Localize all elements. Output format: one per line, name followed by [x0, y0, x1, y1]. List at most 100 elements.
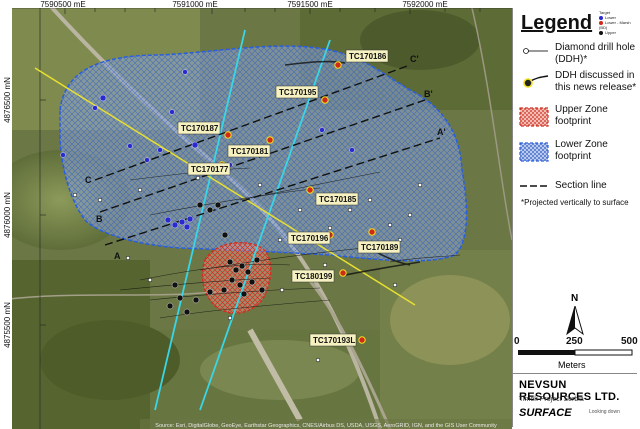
drill-hole — [192, 296, 200, 304]
drill-hole — [206, 288, 214, 296]
drill-hole-label: TC170177 — [191, 165, 229, 174]
north-label: N — [571, 293, 579, 304]
drill-hole — [182, 69, 188, 75]
section-label: B' — [424, 89, 433, 99]
upper-zone-footprint — [201, 241, 272, 314]
drill-hole — [157, 147, 163, 153]
grid-x-label: 7591500 mE — [287, 0, 332, 9]
drill-hole — [232, 266, 240, 274]
drill-hole — [196, 201, 204, 209]
drill-hole-tc170195 — [321, 96, 329, 104]
drill-hole — [322, 262, 328, 268]
project-name: Timok Project Serbia — [519, 396, 584, 403]
drill-hole-tc170181 — [266, 136, 274, 144]
drill-hole — [183, 308, 191, 316]
drill-hole-tc180199 — [339, 269, 347, 277]
scale-tick: 250 — [566, 336, 583, 347]
legend-label: Diamond drill hole (DDH)* — [555, 42, 636, 65]
grid-x-label: 7590500 mE — [40, 0, 85, 9]
legend-label: Section line — [555, 180, 607, 191]
upper-zone-icon — [519, 107, 549, 127]
drill-hole — [183, 223, 191, 231]
drill-hole — [176, 294, 184, 302]
lower-zone-icon — [519, 142, 549, 162]
drill-hole — [99, 94, 107, 102]
view-direction: Looking down — [589, 409, 620, 415]
drill-hole — [315, 357, 321, 363]
scale-bar — [518, 349, 633, 356]
drill-hole — [221, 231, 229, 239]
drill-hole — [240, 290, 248, 298]
drill-hole — [244, 268, 252, 276]
drill-hole — [327, 225, 333, 231]
drill-hole — [127, 143, 133, 149]
drill-hole — [137, 187, 143, 193]
target-key-item: Upper — [605, 30, 616, 35]
drill-hole — [387, 222, 393, 228]
drill-hole — [253, 256, 261, 264]
drill-hole — [347, 207, 353, 213]
grid-x-label: 7591000 mE — [172, 0, 217, 9]
scale-tick: 0 — [514, 336, 520, 347]
drill-hole — [178, 218, 186, 226]
drill-hole — [417, 182, 423, 188]
drill-hole — [279, 287, 285, 293]
drill-hole-tc170187 — [224, 131, 232, 139]
drill-hole — [227, 315, 233, 321]
drill-hole-label: TC170181 — [231, 147, 269, 156]
drill-hole — [407, 212, 413, 218]
drill-hole — [319, 127, 325, 133]
drill-hole-label: TC170187 — [181, 124, 219, 133]
legend-note: *Projected vertically to surface — [521, 198, 629, 207]
target-key-item: Lower - Marsh (BD) — [599, 20, 631, 30]
legend-label: Upper Zone footprint — [555, 104, 608, 127]
grid-x-label: 7592000 mE — [402, 0, 447, 9]
target-key: Target Lower Lower - Marsh (BD) Upper — [599, 10, 637, 35]
drill-hole — [164, 216, 172, 224]
drill-hole — [226, 258, 234, 266]
drill-hole — [257, 182, 263, 188]
scale-tick: 500 — [621, 336, 638, 347]
drill-hole-label: TC170196 — [291, 234, 329, 243]
drill-hole — [220, 286, 228, 294]
drill-hole — [97, 197, 103, 203]
drill-hole — [195, 175, 201, 181]
drill-hole — [214, 201, 222, 209]
drill-hole — [297, 207, 303, 213]
drill-hole — [277, 237, 283, 243]
drill-hole — [367, 197, 373, 203]
dot-icon — [599, 30, 603, 35]
drill-hole — [169, 109, 175, 115]
section-label: A' — [437, 127, 446, 137]
scale-unit: Meters — [558, 360, 586, 370]
drill-hole — [228, 276, 236, 284]
drill-hole-label: TC170195 — [279, 88, 317, 97]
drill-hole-label: TC170189 — [361, 243, 399, 252]
view-name: SURFACE — [519, 407, 572, 419]
section-label: A — [114, 251, 121, 261]
drill-hole — [186, 215, 194, 223]
drill-hole — [191, 141, 199, 149]
drill-hole — [60, 152, 66, 158]
legend-label: Lower Zone footprint — [555, 139, 608, 162]
drill-hole — [248, 278, 256, 286]
legend-title: Legend — [521, 12, 593, 34]
legend-panel: Legend Target Lower Lower - Marsh (BD) U… — [512, 8, 638, 428]
drill-hole — [125, 255, 131, 261]
section-label: C — [85, 175, 92, 185]
drill-hole — [166, 302, 174, 310]
drill-hole — [206, 206, 214, 214]
drill-hole — [236, 281, 244, 289]
north-arrow-icon — [566, 306, 584, 336]
drill-hole-tc170193l — [358, 336, 366, 344]
drill-hole — [144, 157, 150, 163]
drill-hole-label: TC170186 — [349, 52, 387, 61]
drill-hole — [171, 281, 179, 289]
drill-hole — [72, 192, 78, 198]
section-label: C' — [410, 54, 419, 64]
drill-hole-label: TC170193L — [313, 336, 355, 345]
map-credits: Source: Esri, DigitalGlobe, GeoEye, Eart… — [155, 423, 497, 429]
title-block: NEVSUN RESOURCES LTD. Timok Project Serb… — [513, 373, 637, 428]
diamond-drill-hole-icon — [523, 48, 548, 54]
ddh-discussed-icon — [523, 75, 549, 88]
